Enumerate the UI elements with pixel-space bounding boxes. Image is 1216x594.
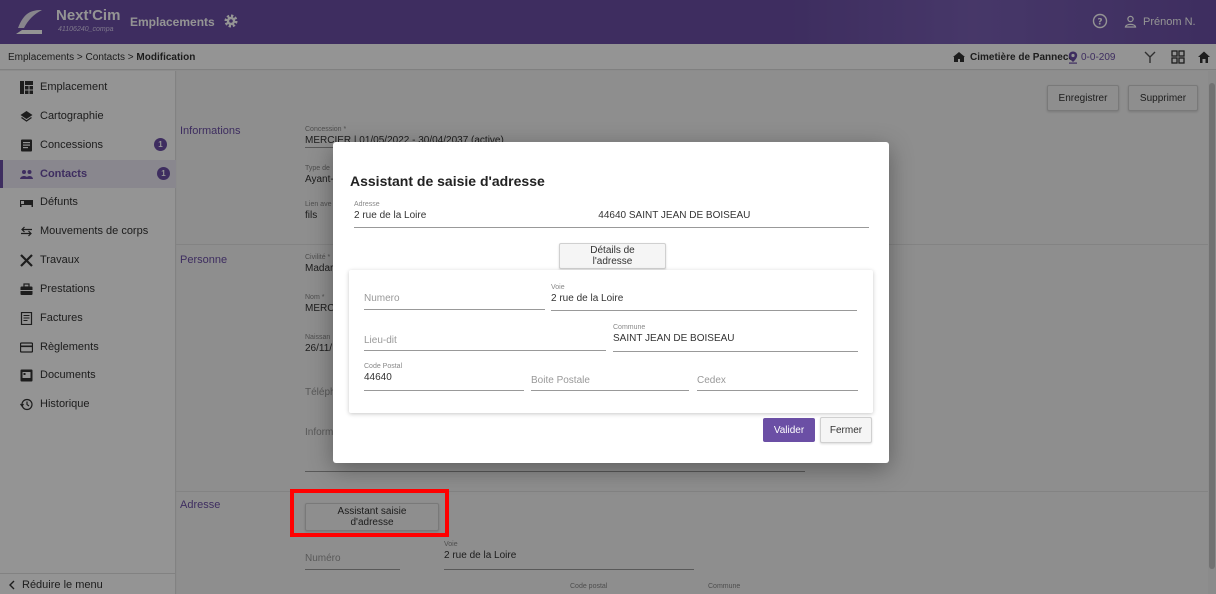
boite-postale-field[interactable]: Boite Postale bbox=[531, 374, 689, 391]
cedex-field[interactable]: Cedex bbox=[697, 374, 858, 391]
field-underline bbox=[364, 390, 524, 391]
field-underline bbox=[551, 310, 857, 311]
address-details-card: Numero Voie 2 rue de la Loire Lieu-dit C… bbox=[349, 270, 873, 413]
code-postal-label: Code Postal bbox=[364, 363, 403, 370]
commune-label: Commune bbox=[613, 324, 646, 331]
field-underline bbox=[354, 227, 869, 228]
validate-button[interactable]: Valider bbox=[763, 418, 815, 442]
field-underline bbox=[364, 309, 545, 310]
field-underline bbox=[697, 390, 858, 391]
address-street: 2 rue de la Loire bbox=[354, 210, 427, 221]
lieu-dit-field[interactable]: Lieu-dit bbox=[364, 334, 606, 351]
numero-field[interactable]: Numero bbox=[364, 292, 545, 310]
field-underline bbox=[364, 350, 606, 351]
address-search-field[interactable]: Adresse 2 rue de la Loire 44640 SAINT JEA… bbox=[354, 201, 869, 228]
commune-value: SAINT JEAN DE BOISEAU bbox=[613, 333, 735, 344]
voie-field[interactable]: Voie 2 rue de la Loire bbox=[551, 284, 857, 311]
address-label: Adresse bbox=[354, 201, 380, 208]
address-assistant-dialog: Assistant de saisie d'adresse Adresse 2 … bbox=[333, 142, 889, 463]
commune-field[interactable]: Commune SAINT JEAN DE BOISEAU bbox=[613, 324, 858, 352]
code-postal-value: 44640 bbox=[364, 372, 392, 383]
field-underline bbox=[531, 390, 689, 391]
voie-value: 2 rue de la Loire bbox=[551, 293, 624, 304]
address-details-button[interactable]: Détails de l'adresse bbox=[559, 243, 666, 269]
field-underline bbox=[613, 351, 858, 352]
cedex-placeholder: Cedex bbox=[697, 375, 726, 386]
boite-postale-placeholder: Boite Postale bbox=[531, 375, 590, 386]
code-postal-field[interactable]: Code Postal 44640 bbox=[364, 363, 524, 391]
numero-placeholder: Numero bbox=[364, 293, 400, 304]
address-value: 2 rue de la Loire 44640 SAINT JEAN DE BOI… bbox=[354, 210, 869, 221]
dialog-title: Assistant de saisie d'adresse bbox=[350, 173, 545, 189]
close-button[interactable]: Fermer bbox=[820, 417, 872, 443]
highlight-box bbox=[290, 489, 449, 537]
lieu-dit-placeholder: Lieu-dit bbox=[364, 335, 397, 346]
voie-label: Voie bbox=[551, 284, 565, 291]
address-city: 44640 SAINT JEAN DE BOISEAU bbox=[598, 210, 751, 221]
